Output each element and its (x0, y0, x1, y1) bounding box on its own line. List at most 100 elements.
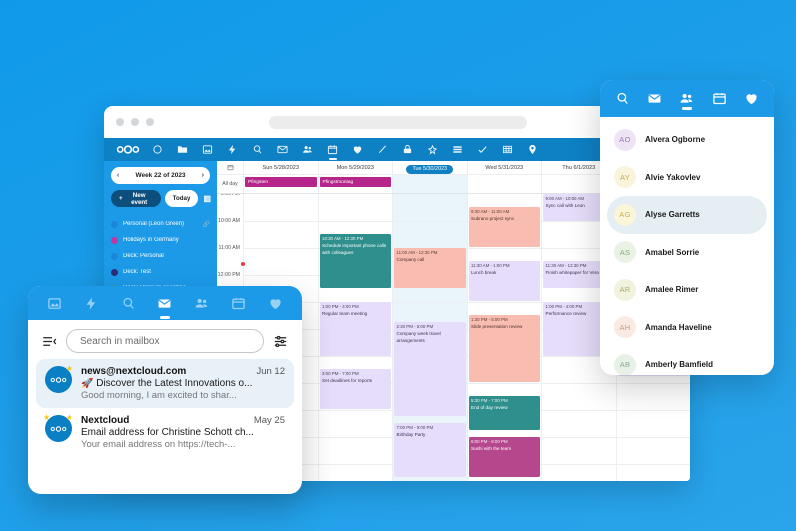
window-minimize-dot[interactable] (131, 118, 139, 126)
week-label: Week 22 of 2023 (135, 172, 186, 179)
window-maximize-dot[interactable] (146, 118, 154, 126)
day-header[interactable]: Wed 5/31/2023 (466, 161, 542, 174)
day-header[interactable]: Tue 5/30/2023 (392, 161, 467, 174)
calendar-event[interactable]: 1:00 PM - 4:00 PM Regular team meeting (319, 302, 391, 356)
hour-gridline (393, 302, 467, 303)
hour-gridline (318, 221, 392, 222)
tables-icon[interactable] (495, 138, 520, 161)
favorite-star-icon[interactable]: ★ (43, 414, 50, 422)
calendar-event[interactable]: 10:30 AM - 12:30 PM Schedule important ph… (319, 234, 391, 288)
day-column[interactable]: 9:30 AM - 11:00 AM Subrano project sync 11… (466, 194, 541, 481)
maps-icon[interactable] (520, 138, 545, 161)
calendar-list-item[interactable]: Deck: Test (111, 264, 210, 280)
talk-icon[interactable] (741, 87, 763, 111)
contact-list-item[interactable]: AO Alvera Ogborne (607, 121, 767, 159)
calendar-name: Holidays in Germany (123, 237, 179, 243)
calendar-event[interactable]: 6:00 PM - 8:00 PM Sushi with the team (468, 437, 540, 477)
mail-icon[interactable] (270, 138, 295, 161)
day-column[interactable]: 11:00 AM - 12:30 PM Company call 2:30 PM -… (392, 194, 467, 481)
calendar-icon[interactable] (227, 292, 251, 314)
hour-gridline (616, 383, 690, 384)
all-day-cell[interactable] (392, 175, 467, 193)
window-close-dot[interactable] (116, 118, 124, 126)
contact-list-item[interactable]: AG Alyse Garretts (607, 196, 767, 234)
filter-settings-icon[interactable] (273, 334, 288, 349)
favorites-icon[interactable] (420, 138, 445, 161)
search-icon[interactable] (116, 292, 140, 314)
search-icon[interactable] (611, 87, 633, 111)
files-icon[interactable] (170, 138, 195, 161)
calendar-event[interactable]: 7:00 PM - 9:00 PM Birthday Party (394, 423, 466, 477)
prev-week-button[interactable]: ‹ (117, 172, 119, 179)
all-day-event[interactable]: Pfingstmontag (319, 177, 391, 187)
favorite-star-icon[interactable]: ★ (66, 365, 73, 373)
mail-icon[interactable] (644, 87, 666, 111)
calendar-event[interactable]: 2:30 PM - 6:00 PM Company week travel arr… (394, 322, 466, 416)
sender-avatar: ★ (45, 365, 73, 393)
all-day-cell[interactable] (466, 175, 542, 193)
today-button[interactable]: Today (164, 190, 199, 207)
hour-gridline (542, 437, 616, 438)
event-title: Birthday Party (396, 432, 426, 438)
next-week-button[interactable]: › (202, 172, 204, 179)
day-header[interactable]: Sun 5/28/2023 (243, 161, 318, 174)
address-bar[interactable] (269, 115, 527, 129)
contacts-icon[interactable] (676, 87, 698, 111)
calendar-event[interactable]: 5:30 PM - 7:00 PM End of day review (468, 396, 540, 430)
menu-collapse-icon[interactable] (42, 334, 57, 349)
calendar-list-item[interactable]: Personal (Leon Green) 🔗 (111, 216, 210, 232)
contact-list-item[interactable]: AB Amberly Bamfield (607, 346, 767, 375)
all-day-event[interactable]: Pfingsten (245, 177, 317, 187)
day-column[interactable]: 10:30 AM - 12:30 PM Schedule important ph… (317, 194, 392, 481)
talk-icon[interactable] (263, 292, 287, 314)
contacts-icon[interactable] (295, 138, 320, 161)
dashboard-icon[interactable] (145, 138, 170, 161)
favorite-star-icon[interactable]: ★ (66, 414, 73, 422)
day-header[interactable]: Mon 5/29/2023 (317, 161, 393, 174)
calendar-icon[interactable] (708, 87, 730, 111)
nextcloud-logo[interactable] (111, 144, 145, 155)
talk-icon[interactable] (345, 138, 370, 161)
all-day-cell[interactable]: Pfingsten (243, 175, 318, 193)
tasks-icon[interactable] (470, 138, 495, 161)
notes-icon[interactable] (370, 138, 395, 161)
hour-gridline (616, 464, 690, 465)
activity-icon[interactable] (79, 292, 103, 314)
calendar-icon[interactable] (320, 138, 345, 161)
mail-list-item[interactable]: ★ ★ Nextcloud May 25 Email address for Chris… (36, 408, 294, 457)
mail-icon[interactable] (153, 292, 177, 319)
hour-gridline (318, 356, 392, 357)
new-event-button[interactable]: + New event (111, 190, 161, 207)
passwords-icon[interactable] (395, 138, 420, 161)
search-icon[interactable] (245, 138, 270, 161)
current-time-marker (241, 262, 245, 266)
calendar-list-item[interactable]: Holidays in Germany (111, 232, 210, 248)
contact-list-item[interactable]: AS Amabel Sorrie (607, 234, 767, 272)
contacts-icon[interactable] (190, 292, 214, 314)
hour-gridline (467, 248, 541, 249)
share-link-icon[interactable]: 🔗 (203, 221, 210, 228)
hour-gridline (542, 410, 616, 411)
search-input[interactable] (66, 329, 264, 353)
view-switch-icon[interactable]: ▥ (203, 194, 211, 203)
calendar-list-item[interactable]: Deck: Personal (111, 248, 210, 264)
calendar-event[interactable]: 3:00 PM - 7:00 PM Set deadlines for repor… (319, 369, 391, 409)
photos-icon[interactable] (42, 292, 66, 314)
deck-icon[interactable] (445, 138, 470, 161)
activity-icon[interactable] (220, 138, 245, 161)
calendar-event[interactable]: 11:30 AM - 1:00 PM Lunch break (468, 261, 540, 301)
contact-list-item[interactable]: AR Amalee Rimer (607, 271, 767, 309)
calendar-name: Personal (Leon Green) (123, 221, 185, 227)
contact-list-item[interactable]: AY Alvie Yakovlev (607, 159, 767, 197)
avatar: AB (614, 353, 636, 375)
all-day-cell[interactable]: Pfingstmontag (317, 175, 393, 193)
hour-gridline (393, 221, 467, 222)
contact-list-item[interactable]: AH Amanda Haveline (607, 309, 767, 347)
time-label: 11:00 AM (218, 245, 240, 251)
calendar-event[interactable]: 1:30 PM - 5:00 PM Slide presentation revi… (468, 315, 540, 382)
mail-date: Jun 12 (256, 366, 285, 377)
calendar-event[interactable]: 9:30 AM - 11:00 AM Subrano project sync (468, 207, 540, 247)
calendar-event[interactable]: 11:00 AM - 12:30 PM Company call (394, 248, 466, 288)
photos-icon[interactable] (195, 138, 220, 161)
mail-list-item[interactable]: ★ news@nextcloud.com Jun 12 🚀 Discover the … (36, 359, 294, 408)
